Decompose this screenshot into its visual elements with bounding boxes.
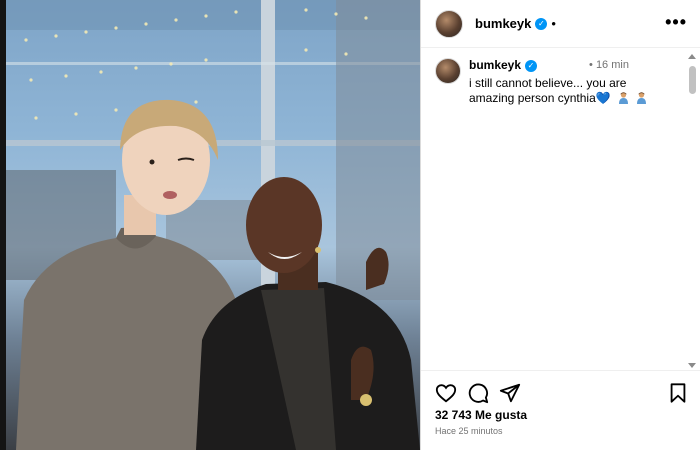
author-avatar[interactable]: [435, 9, 463, 38]
scroll-up-arrow-icon[interactable]: [688, 54, 696, 59]
verified-badge-icon: ✓: [535, 17, 548, 30]
comment-icon[interactable]: [467, 382, 489, 404]
comments-scrollbar[interactable]: [686, 52, 698, 370]
caption-comment: bumkeyk ✓ • 16 min i still cannot believ…: [435, 58, 680, 106]
header-separator: •: [551, 16, 556, 31]
likes-count[interactable]: 32 743 Me gusta: [435, 408, 527, 422]
person-emoji-icon: [637, 92, 647, 104]
comment-avatar[interactable]: [435, 58, 461, 84]
heart-icon[interactable]: [435, 382, 457, 404]
more-options-icon[interactable]: •••: [665, 12, 687, 32]
post-header: bumkeyk ✓ • •••: [421, 0, 700, 48]
scroll-down-arrow-icon[interactable]: [688, 363, 696, 368]
post-timestamp[interactable]: Hace 25 minutos: [435, 426, 503, 436]
scroll-thumb[interactable]: [689, 66, 696, 94]
verified-badge-icon: ✓: [525, 59, 538, 72]
photo-illustration: [6, 0, 420, 450]
person-emoji-icon: [619, 92, 629, 104]
comment-text: i still cannot believe... you are amazin…: [469, 76, 669, 106]
comments-section: bumkeyk ✓ • 16 min i still cannot believ…: [421, 48, 700, 370]
comment-username[interactable]: bumkeyk: [469, 58, 521, 73]
comment-header: bumkeyk ✓ • 16 min: [469, 58, 669, 73]
comment-time[interactable]: • 16 min: [589, 58, 629, 73]
bookmark-icon[interactable]: [667, 382, 689, 404]
share-icon[interactable]: [499, 382, 521, 404]
actions-divider: [421, 370, 700, 371]
post-media[interactable]: [0, 0, 420, 450]
post-actions: [435, 382, 691, 404]
blue-heart-emoji: 💙: [595, 91, 611, 105]
post-photo[interactable]: [6, 0, 420, 450]
author-username[interactable]: bumkeyk: [475, 16, 531, 31]
post-sidebar: bumkeyk ✓ • ••• bumkeyk ✓ • 16 min i sti…: [420, 0, 700, 450]
comment-body: bumkeyk ✓ • 16 min i still cannot believ…: [469, 58, 669, 106]
